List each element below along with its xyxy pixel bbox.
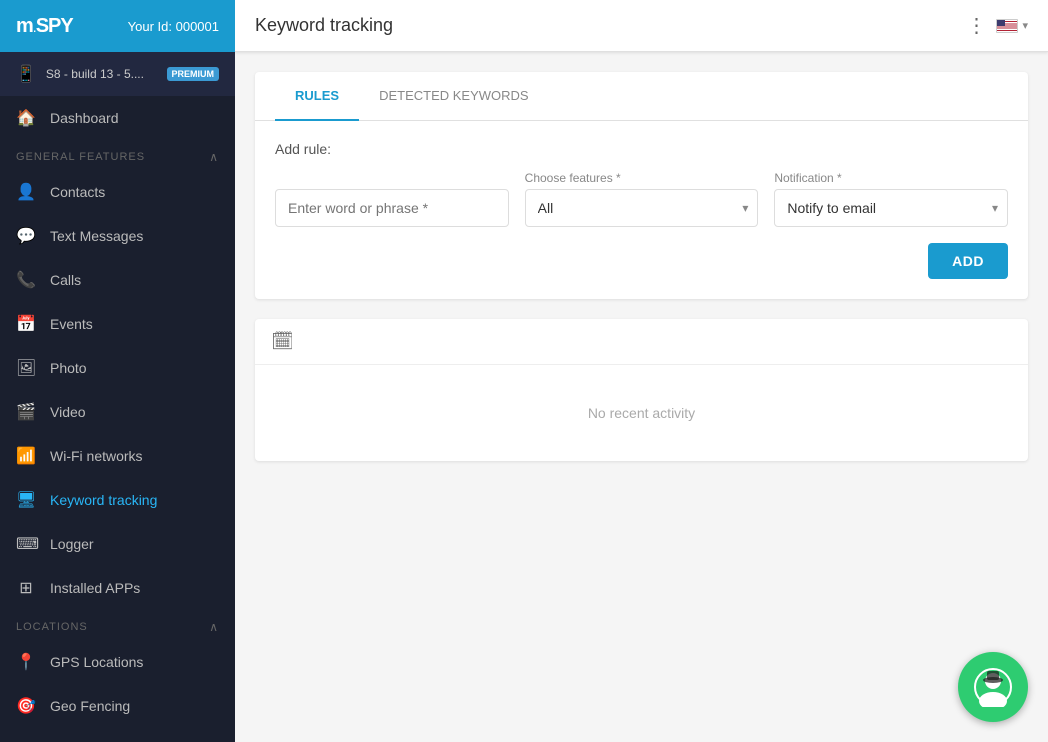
sidebar-item-dashboard[interactable]: 🏠 Dashboard [0, 96, 235, 140]
add-rule-label: Add rule: [275, 141, 1008, 157]
notification-select-wrapper: Notify to email Notify to app [774, 189, 1008, 227]
sidebar-item-text-messages[interactable]: 💬 Text Messages [0, 214, 235, 258]
features-field-group: Choose features * All Text Messages Call… [525, 171, 759, 227]
nav-section-locations: LOCATIONS ∧ [0, 610, 235, 640]
calls-icon: 📞 [16, 270, 36, 290]
keyword-icon: 🖥 [16, 490, 36, 510]
sidebar-item-calls[interactable]: 📞 Calls [0, 258, 235, 302]
sidebar-label-keyword-tracking: Keyword tracking [50, 492, 157, 508]
sidebar-label-video: Video [50, 404, 86, 420]
word-input[interactable] [275, 189, 509, 227]
logo-text: m.SPY [16, 15, 73, 38]
sidebar-item-video[interactable]: 🎬 Video [0, 390, 235, 434]
geo-fencing-icon: 🎯 [16, 696, 36, 716]
home-icon: 🏠 [16, 108, 36, 128]
btn-row: ADD [275, 243, 1008, 279]
sidebar-item-wifi-networks[interactable]: 📶 Wi-Fi networks [0, 434, 235, 478]
device-icon: 📱 [16, 64, 36, 84]
sidebar-item-geo-fencing[interactable]: 🎯 Geo Fencing [0, 684, 235, 728]
content-area: RULES DETECTED KEYWORDS Add rule: Choose… [235, 52, 1048, 742]
language-chevron: ▾ [1022, 19, 1028, 32]
sidebar-item-events[interactable]: 📅 Events [0, 302, 235, 346]
activity-body: No recent activity [255, 365, 1028, 461]
photo-icon: 🖼 [16, 358, 36, 378]
main-content: Keyword tracking ⋮ ▾ RULES DETECTED KEYW… [235, 0, 1048, 742]
language-selector[interactable]: ▾ [996, 19, 1028, 33]
logo: m.SPY [16, 15, 73, 38]
sidebar-label-gps-locations: GPS Locations [50, 654, 143, 670]
topbar-actions: ⋮ ▾ [966, 13, 1028, 38]
features-select-wrapper: All Text Messages Calls Contacts [525, 189, 759, 227]
sidebar-item-installed-apps[interactable]: ⊞ Installed APPs [0, 566, 235, 610]
more-options-icon[interactable]: ⋮ [966, 13, 986, 38]
sidebar-label-geo-fencing: Geo Fencing [50, 698, 130, 714]
sidebar-label-contacts: Contacts [50, 184, 105, 200]
premium-badge: PREMIUM [167, 67, 220, 81]
form-row: Choose features * All Text Messages Call… [275, 171, 1008, 227]
contacts-icon: 👤 [16, 182, 36, 202]
topbar: Keyword tracking ⋮ ▾ [235, 0, 1048, 52]
sidebar-label-wifi-networks: Wi-Fi networks [50, 448, 143, 464]
sidebar-label-text-messages: Text Messages [50, 228, 143, 244]
sidebar-label-installed-apps: Installed APPs [50, 580, 140, 596]
notification-select[interactable]: Notify to email Notify to app [774, 189, 1008, 227]
logger-icon: ⌨ [16, 534, 36, 554]
video-icon: 🎬 [16, 402, 36, 422]
tabs: RULES DETECTED KEYWORDS [255, 72, 1028, 121]
rules-card: RULES DETECTED KEYWORDS Add rule: Choose… [255, 72, 1028, 299]
avatar-icon [973, 667, 1013, 707]
sidebar-item-photo[interactable]: 🖼 Photo [0, 346, 235, 390]
notification-field-group: Notification * Notify to email Notify to… [774, 171, 1008, 227]
sidebar-item-keyword-tracking[interactable]: 🖥 Keyword tracking [0, 478, 235, 522]
notification-label: Notification * [774, 171, 1008, 185]
activity-header: 🗓 [255, 319, 1028, 365]
features-select[interactable]: All Text Messages Calls Contacts [525, 189, 759, 227]
sidebar-label-photo: Photo [50, 360, 87, 376]
sidebar-label-logger: Logger [50, 536, 94, 552]
tab-rules[interactable]: RULES [275, 72, 359, 121]
chevron-up-icon: ∧ [209, 150, 219, 164]
features-label: Choose features * [525, 171, 759, 185]
events-icon: 📅 [16, 314, 36, 334]
gps-icon: 📍 [16, 652, 36, 672]
nav-section-label-locations: LOCATIONS [16, 621, 88, 633]
sidebar-header: m.SPY Your Id: 000001 [0, 0, 235, 52]
wifi-icon: 📶 [16, 446, 36, 466]
nav-section-label-general: GENERAL FEATURES [16, 151, 145, 163]
calendar-icon: 🗓 [271, 331, 294, 352]
word-field-group [275, 189, 509, 227]
sidebar-item-contacts[interactable]: 👤 Contacts [0, 170, 235, 214]
chevron-up-icon-locations: ∧ [209, 620, 219, 634]
no-activity-text: No recent activity [588, 405, 695, 421]
card-body: Add rule: Choose features * All Text Mes… [255, 121, 1028, 299]
add-button[interactable]: ADD [928, 243, 1008, 279]
sidebar-item-gps-locations[interactable]: 📍 GPS Locations [0, 640, 235, 684]
flag-canton [997, 20, 1005, 26]
user-id: Your Id: 000001 [128, 19, 219, 34]
sidebar-item-logger[interactable]: ⌨ Logger [0, 522, 235, 566]
sidebar: m.SPY Your Id: 000001 📱 S8 - build 13 - … [0, 0, 235, 742]
device-name: S8 - build 13 - 5.... [46, 67, 157, 81]
flag-icon [996, 19, 1018, 33]
sidebar-label-calls: Calls [50, 272, 81, 288]
apps-icon: ⊞ [16, 578, 36, 598]
nav-section-general: GENERAL FEATURES ∧ [0, 140, 235, 170]
device-row[interactable]: 📱 S8 - build 13 - 5.... PREMIUM [0, 52, 235, 96]
sidebar-label-dashboard: Dashboard [50, 110, 119, 126]
messages-icon: 💬 [16, 226, 36, 246]
sidebar-label-events: Events [50, 316, 93, 332]
tab-detected-keywords[interactable]: DETECTED KEYWORDS [359, 72, 549, 121]
floating-avatar[interactable] [958, 652, 1028, 722]
page-title: Keyword tracking [255, 15, 393, 36]
activity-card: 🗓 No recent activity [255, 319, 1028, 461]
